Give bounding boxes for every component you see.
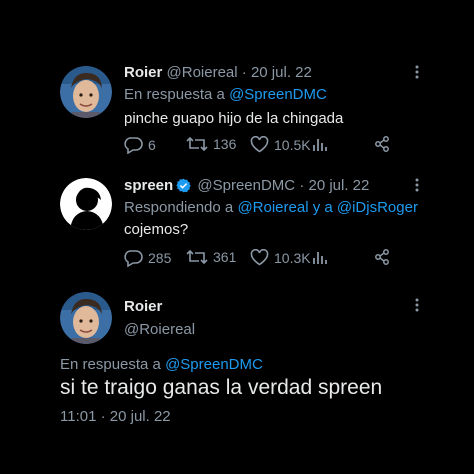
- reply-count: 6: [148, 137, 156, 153]
- tweet-text: cojemos?: [124, 221, 189, 238]
- retweet-count: 361: [213, 249, 237, 265]
- tweet-handle-line: @Roiereal: [124, 321, 195, 338]
- share-icon: [375, 136, 389, 152]
- like-button[interactable]: 10.3K: [250, 249, 311, 266]
- verified-badge-icon: [176, 178, 191, 193]
- reply-button[interactable]: 285: [124, 249, 171, 267]
- analytics-button[interactable]: [312, 249, 328, 265]
- avatar[interactable]: [60, 178, 112, 230]
- avatar-photo-icon: [60, 292, 112, 344]
- heart-icon: [250, 249, 269, 266]
- user-handle[interactable]: @Roiereal: [124, 321, 195, 338]
- analytics-icon: [313, 252, 327, 264]
- avatar-photo-icon: [60, 66, 112, 118]
- reply-to-link[interactable]: @SpreenDMC: [229, 86, 327, 103]
- more-options-icon[interactable]: [408, 176, 426, 194]
- tweet-header: spreen @SpreenDMC · 20 jul. 22: [124, 177, 369, 194]
- tweet-text: pinche guapo hijo de la chingada: [124, 110, 344, 127]
- retweet-button[interactable]: 361: [186, 249, 236, 265]
- action-bar: 6 136 10.5K: [124, 136, 404, 158]
- avatar[interactable]: [60, 292, 112, 344]
- display-name[interactable]: spreen: [124, 177, 173, 194]
- more-options-icon[interactable]: [408, 63, 426, 81]
- reply-icon: [124, 137, 143, 154]
- analytics-button[interactable]: [312, 136, 328, 152]
- tweet-date[interactable]: 20 jul. 22: [308, 177, 369, 194]
- tweet-date[interactable]: 20 jul. 22: [251, 64, 312, 81]
- reply-button[interactable]: 6: [124, 136, 156, 154]
- user-handle[interactable]: @Roiereal: [167, 64, 238, 81]
- retweet-button[interactable]: 136: [186, 136, 236, 152]
- reply-prefix: Respondiendo a: [124, 199, 234, 216]
- display-name[interactable]: Roier: [124, 64, 162, 81]
- reply-context: Respondiendo a @Roiereal y a @iDjsRoger: [124, 199, 418, 216]
- separator: ·: [241, 64, 247, 81]
- reply-context: En respuesta a @SpreenDMC: [124, 86, 327, 103]
- tweet-header: Roier: [124, 298, 162, 315]
- avatar[interactable]: [60, 66, 112, 118]
- user-handle[interactable]: @SpreenDMC: [197, 177, 295, 194]
- tweet-timestamp[interactable]: 11:01 · 20 jul. 22: [60, 408, 171, 425]
- more-options-icon[interactable]: [408, 296, 426, 314]
- reply-icon: [124, 250, 143, 267]
- reply-prefix: En respuesta a: [124, 86, 225, 103]
- retweet-icon: [186, 136, 208, 152]
- reply-prefix: En respuesta a: [60, 356, 161, 373]
- tweet-text: si te traigo ganas la verdad spreen: [60, 376, 383, 399]
- heart-icon: [250, 136, 269, 153]
- analytics-icon: [313, 139, 327, 151]
- reply-context: En respuesta a @SpreenDMC: [60, 356, 263, 373]
- display-name[interactable]: Roier: [124, 298, 162, 315]
- reply-to-link[interactable]: @SpreenDMC: [165, 356, 263, 373]
- separator: ·: [299, 177, 305, 194]
- share-icon: [375, 249, 389, 265]
- tweet-header: Roier @Roiereal · 20 jul. 22: [124, 64, 312, 81]
- retweet-icon: [186, 249, 208, 265]
- retweet-count: 136: [213, 136, 237, 152]
- like-button[interactable]: 10.5K: [250, 136, 311, 153]
- like-count: 10.5K: [274, 136, 311, 153]
- like-count: 10.3K: [274, 249, 311, 266]
- share-button[interactable]: [374, 249, 390, 265]
- share-button[interactable]: [374, 136, 390, 152]
- avatar-silhouette-icon: [60, 178, 112, 230]
- action-bar: 285 361 10.3K: [124, 249, 404, 271]
- reply-to-link[interactable]: @Roiereal y a @iDjsRoger: [237, 199, 418, 216]
- reply-count: 285: [148, 250, 172, 266]
